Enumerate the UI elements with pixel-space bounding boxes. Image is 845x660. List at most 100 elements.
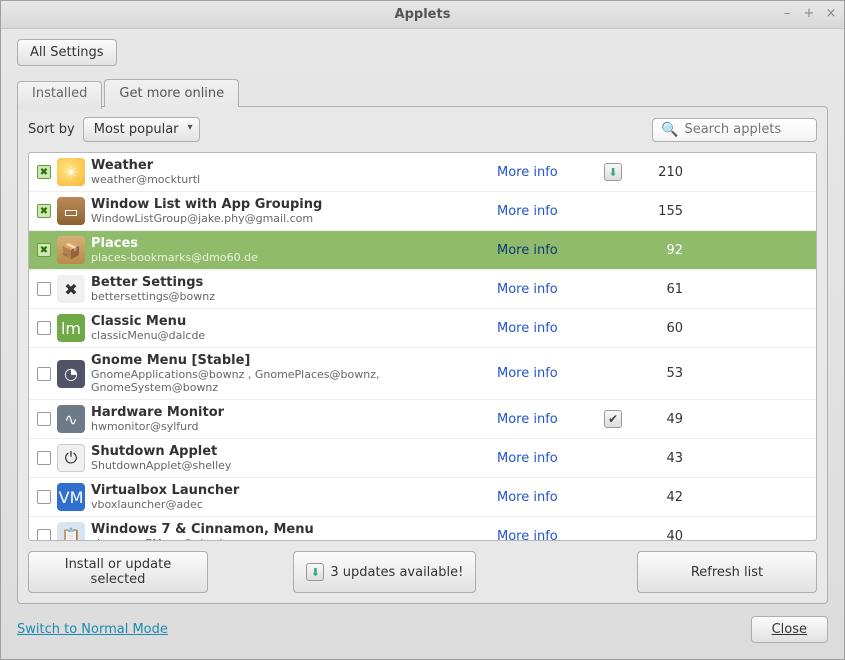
applet-texts: Hardware Monitorhwmonitor@sylfurd	[91, 405, 491, 433]
more-info-link[interactable]: More info	[497, 412, 587, 427]
applet-name: Window List with App Grouping	[91, 197, 491, 212]
applet-uuid: GnomeApplications@bownz , GnomePlaces@bo…	[91, 368, 491, 394]
applet-icon: lm	[57, 314, 85, 342]
updates-available-button[interactable]: ⬇ 3 updates available!	[293, 551, 476, 593]
applet-texts: Shutdown AppletShutdownApplet@shelley	[91, 444, 491, 472]
applet-name: Better Settings	[91, 275, 491, 290]
applet-icon: ▭	[57, 197, 85, 225]
applet-row[interactable]: ∿Hardware Monitorhwmonitor@sylfurdMore i…	[29, 400, 816, 439]
applet-name: Classic Menu	[91, 314, 491, 329]
more-info-link[interactable]: More info	[497, 204, 587, 219]
more-info-link[interactable]: More info	[497, 451, 587, 466]
more-info-link[interactable]: More info	[497, 282, 587, 297]
applet-icon: ∿	[57, 405, 85, 433]
install-update-button[interactable]: Install or update selected	[28, 551, 208, 593]
search-input[interactable]	[684, 122, 808, 137]
applet-uuid: ShutdownApplet@shelley	[91, 459, 491, 472]
applet-icon: VM	[57, 483, 85, 511]
applet-row[interactable]: ✖▭Window List with App GroupingWindowLis…	[29, 192, 816, 231]
install-checkbox[interactable]	[37, 529, 51, 540]
more-info-link[interactable]: More info	[497, 321, 587, 336]
applet-texts: Better Settingsbettersettings@bownz	[91, 275, 491, 303]
filter-bar: Sort by Most popular 🔍	[18, 107, 827, 152]
all-settings-button[interactable]: All Settings	[17, 39, 117, 66]
applet-score: 43	[639, 451, 687, 466]
install-checkbox[interactable]: ✖	[37, 165, 51, 179]
install-checkbox[interactable]: ✖	[37, 243, 51, 257]
applet-row[interactable]: ⏻Shutdown AppletShutdownApplet@shelleyMo…	[29, 439, 816, 478]
switch-mode-link[interactable]: Switch to Normal Mode	[17, 622, 168, 637]
more-info-link[interactable]: More info	[497, 490, 587, 505]
applet-row[interactable]: VMVirtualbox Launchervboxlauncher@adec Mo…	[29, 478, 816, 517]
applet-score: 92	[639, 243, 687, 258]
updates-label: 3 updates available!	[330, 565, 463, 580]
applet-icon: ◔	[57, 360, 85, 388]
content-panel: Sort by Most popular 🔍 ✖☀Weatherweather@…	[17, 106, 828, 604]
applet-row[interactable]: ✖📦Placesplaces-bookmarks@dmo60.deMore in…	[29, 231, 816, 270]
search-icon: 🔍	[661, 122, 678, 138]
applet-row[interactable]: ✖☀Weatherweather@mockturtlMore info⬇210	[29, 153, 816, 192]
applet-texts: Placesplaces-bookmarks@dmo60.de	[91, 236, 491, 264]
tabs: Installed Get more online	[17, 78, 828, 106]
maximize-icon[interactable]: +	[802, 6, 816, 21]
window: Applets – + × All Settings Installed Get…	[0, 0, 845, 660]
applet-icon: ✖	[57, 275, 85, 303]
window-title: Applets	[395, 7, 451, 22]
applet-name: Windows 7 & Cinnamon, Menu	[91, 522, 491, 537]
more-info-link[interactable]: More info	[497, 366, 587, 381]
install-checkbox[interactable]	[37, 321, 51, 335]
sort-select[interactable]: Most popular	[83, 117, 200, 142]
window-controls: – + ×	[780, 6, 838, 21]
close-button[interactable]: Close	[751, 616, 828, 643]
applet-score: 42	[639, 490, 687, 505]
applet-name: Hardware Monitor	[91, 405, 491, 420]
more-info-link[interactable]: More info	[497, 529, 587, 541]
applet-uuid: vboxlauncher@adec	[91, 498, 491, 511]
toolbar: All Settings	[1, 29, 844, 72]
applet-row[interactable]: ◔ Gnome Menu [Stable]GnomeApplications@bo…	[29, 348, 816, 400]
close-icon[interactable]: ×	[824, 6, 838, 21]
applet-list-container: ✖☀Weatherweather@mockturtlMore info⬇210✖…	[28, 152, 817, 541]
applet-uuid: places-bookmarks@dmo60.de	[91, 251, 491, 264]
install-checkbox[interactable]	[37, 412, 51, 426]
more-info-link[interactable]: More info	[497, 165, 587, 180]
applet-name: Places	[91, 236, 491, 251]
tab-installed[interactable]: Installed	[17, 81, 102, 109]
install-checkbox[interactable]	[37, 282, 51, 296]
marked-icon: ✔	[604, 410, 622, 428]
applet-uuid: WindowListGroup@jake.phy@gmail.com	[91, 212, 491, 225]
install-checkbox[interactable]	[37, 451, 51, 465]
install-checkbox[interactable]	[37, 490, 51, 504]
install-checkbox[interactable]	[37, 367, 51, 381]
applet-score: 49	[639, 412, 687, 427]
applet-name: Gnome Menu [Stable]	[91, 353, 491, 368]
applet-score: 53	[639, 366, 687, 381]
applet-uuid: classicMenu@dalcde	[91, 329, 491, 342]
applet-texts: Virtualbox Launchervboxlauncher@adec	[91, 483, 491, 511]
applet-texts: Window List with App GroupingWindowListG…	[91, 197, 491, 225]
sort-by-label: Sort by	[28, 122, 75, 137]
applet-row[interactable]: lmClassic MenuclassicMenu@dalcdeMore inf…	[29, 309, 816, 348]
applet-uuid: hwmonitor@sylfurd	[91, 420, 491, 433]
more-info-link[interactable]: More info	[497, 243, 587, 258]
footer: Switch to Normal Mode Close	[1, 604, 844, 659]
install-checkbox[interactable]: ✖	[37, 204, 51, 218]
applet-icon: ⏻	[57, 444, 85, 472]
bottom-buttons: Install or update selected ⬇ 3 updates a…	[18, 541, 827, 603]
refresh-list-button[interactable]: Refresh list	[637, 551, 817, 593]
applet-list[interactable]: ✖☀Weatherweather@mockturtlMore info⬇210✖…	[29, 153, 816, 540]
titlebar: Applets – + ×	[1, 1, 844, 29]
applet-texts: Classic MenuclassicMenu@dalcde	[91, 314, 491, 342]
applet-uuid: cinnamon7Menu@physics	[91, 537, 491, 540]
tab-get-more-online[interactable]: Get more online	[104, 79, 239, 107]
applet-texts: Weatherweather@mockturtl	[91, 158, 491, 186]
applet-row[interactable]: 📋Windows 7 & Cinnamon, Menucinnamon7Menu…	[29, 517, 816, 540]
search-box[interactable]: 🔍	[652, 118, 817, 142]
extra-col: ✔	[593, 410, 633, 428]
applet-score: 155	[639, 204, 687, 219]
applet-texts: Windows 7 & Cinnamon, Menucinnamon7Menu@…	[91, 522, 491, 540]
applet-name: Weather	[91, 158, 491, 173]
applet-row[interactable]: ✖Better Settingsbettersettings@bownz More…	[29, 270, 816, 309]
applet-name: Shutdown Applet	[91, 444, 491, 459]
minimize-icon[interactable]: –	[780, 6, 794, 21]
